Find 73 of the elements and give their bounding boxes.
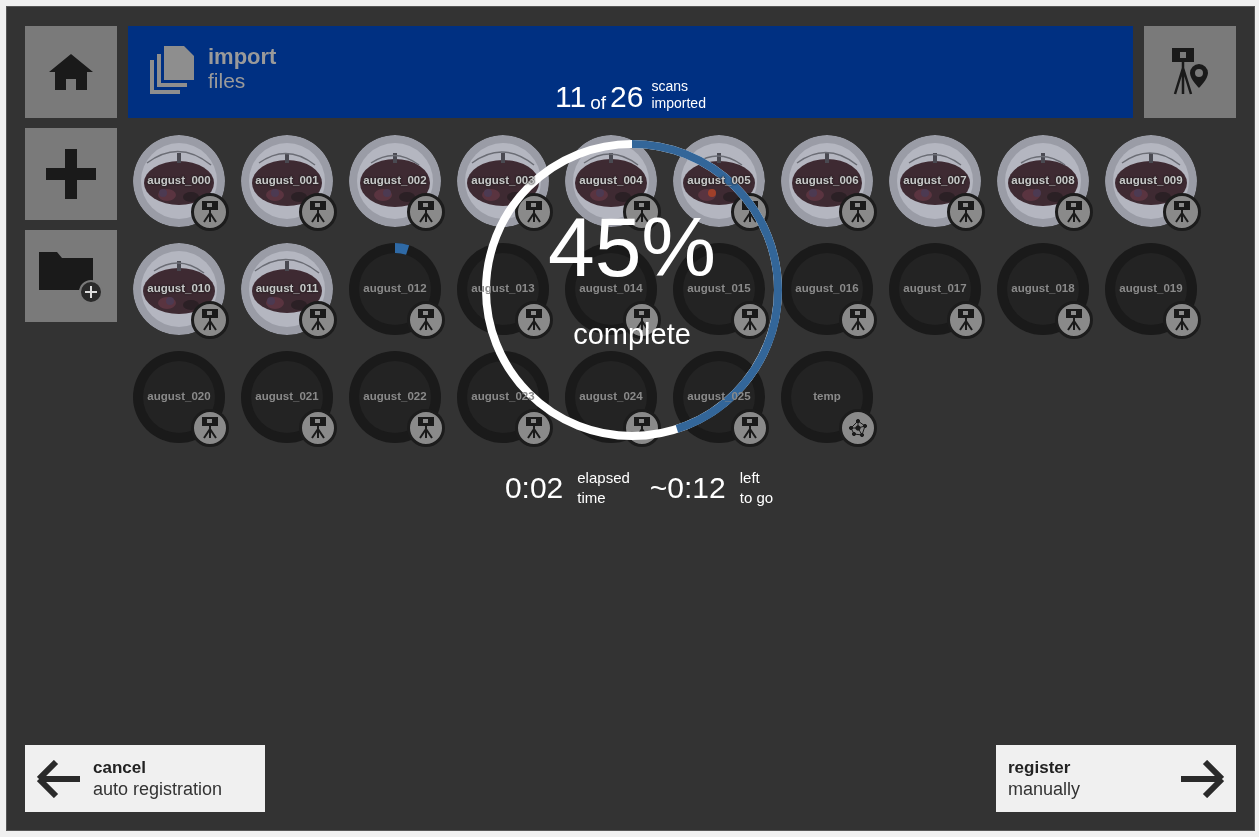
cancel-button[interactable]: cancel auto registration: [25, 745, 265, 812]
tripod-scanner-icon: [417, 201, 435, 223]
scan-name: august_019: [1119, 282, 1183, 294]
tripod-scanner-icon: [957, 201, 975, 223]
files-icon: [150, 46, 196, 94]
header-subtitle: files: [208, 70, 247, 91]
home-icon: [47, 52, 95, 92]
scan-name: august_007: [903, 174, 967, 186]
scan-name: august_021: [255, 390, 319, 402]
scan-name: august_014: [579, 282, 643, 294]
home-button[interactable]: [25, 26, 117, 118]
tripod-scanner-icon: [849, 309, 867, 331]
scan-name: temp: [813, 390, 841, 402]
scan-name: august_010: [147, 282, 211, 294]
imported-count: 11: [555, 82, 587, 112]
scan-name: august_016: [795, 282, 859, 294]
tripod-scanner-icon: [309, 417, 327, 439]
scanner-location-button[interactable]: [1144, 26, 1236, 118]
tripod-scanner-icon: [201, 309, 219, 331]
scan-name: august_001: [255, 174, 319, 186]
register-button[interactable]: register manually: [996, 745, 1236, 812]
tripod-scanner-icon: [1065, 309, 1083, 331]
remaining-label: left: [739, 468, 761, 488]
point-cluster-icon: [847, 418, 869, 438]
tripod-scanner-icon: [741, 201, 759, 223]
count-label: scans: [651, 78, 690, 96]
left-arrow-icon: [37, 759, 81, 798]
scanner-location-icon: [1170, 48, 1210, 96]
elapsed-label: elapsed: [577, 468, 630, 488]
tripod-scanner-icon: [201, 417, 219, 439]
scan-name: august_024: [579, 390, 643, 402]
scan-name: august_020: [147, 390, 211, 402]
tripod-scanner-icon: [417, 417, 435, 439]
total-count: 26: [610, 82, 644, 112]
tripod-scanner-icon: [525, 309, 543, 331]
right-arrow-icon: [1180, 759, 1224, 798]
scan-name: august_000: [147, 174, 211, 186]
scan-name: august_012: [363, 282, 427, 294]
count-separator: of: [590, 93, 607, 112]
tripod-scanner-icon: [1065, 201, 1083, 223]
scan-name: august_004: [579, 174, 643, 186]
tripod-scanner-icon: [309, 309, 327, 331]
elapsed-time: 0:02: [504, 470, 564, 505]
header-title: import: [208, 46, 277, 68]
elapsed-label: time: [577, 487, 607, 507]
tripod-scanner-icon: [309, 201, 327, 223]
scan-name: august_018: [1011, 282, 1075, 294]
tripod-scanner-icon: [1173, 309, 1191, 331]
remaining-time: ~0:12: [649, 470, 726, 505]
tripod-scanner-icon: [525, 417, 543, 439]
scan-name: august_022: [363, 390, 427, 402]
tripod-scanner-icon: [201, 201, 219, 223]
scan-name: august_015: [687, 282, 751, 294]
tripod-scanner-icon: [525, 201, 543, 223]
tripod-scanner-icon: [741, 417, 759, 439]
scan-name: august_009: [1119, 174, 1183, 186]
add-folder-button[interactable]: [25, 230, 117, 322]
add-button[interactable]: [25, 128, 117, 220]
scan-name: august_008: [1011, 174, 1075, 186]
tripod-scanner-icon: [957, 309, 975, 331]
tripod-scanner-icon: [849, 201, 867, 223]
progress-caption: complete: [573, 320, 691, 349]
scan-name: august_017: [903, 282, 967, 294]
tripod-scanner-icon: [741, 309, 759, 331]
plus-icon: [46, 149, 96, 199]
count-label: imported: [651, 95, 706, 112]
scan-name: august_011: [255, 282, 319, 294]
remaining-label: to go: [739, 487, 774, 507]
progress-percent: 45%: [547, 216, 717, 280]
scan-name: august_006: [795, 174, 859, 186]
tripod-scanner-icon: [1173, 201, 1191, 223]
scan-name: august_002: [363, 174, 427, 186]
tripod-scanner-icon: [417, 309, 435, 331]
